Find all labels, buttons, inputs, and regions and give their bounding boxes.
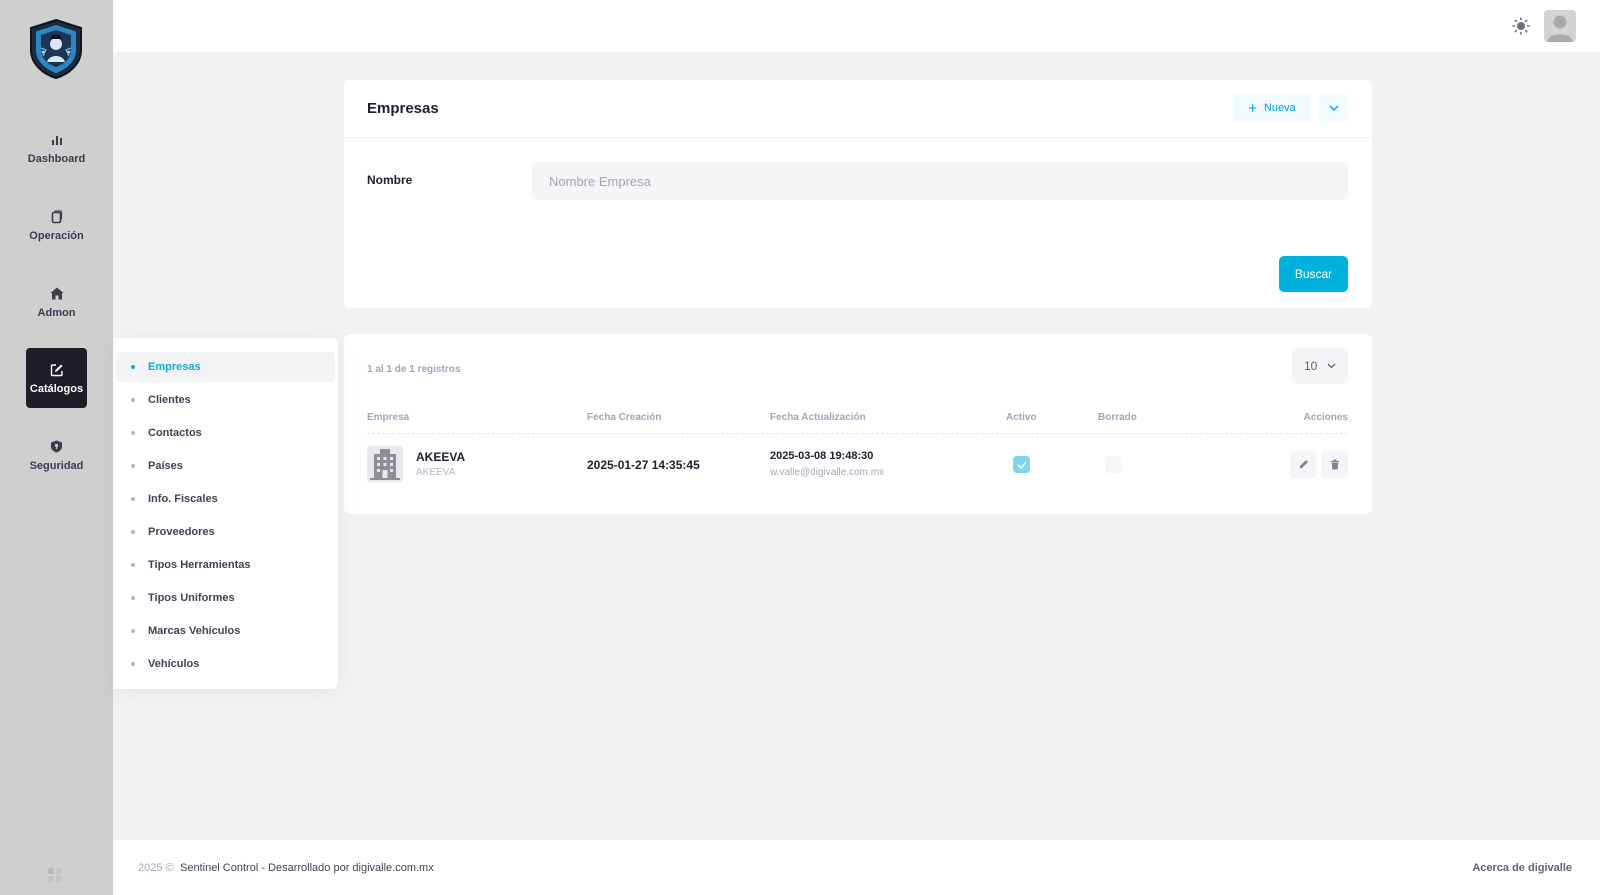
company-name-input[interactable] bbox=[532, 162, 1348, 200]
nav-catalogos[interactable]: Catálogos bbox=[26, 348, 87, 408]
apps-grid-icon[interactable] bbox=[48, 868, 62, 882]
delete-button[interactable] bbox=[1321, 451, 1348, 478]
name-field-label: Nombre bbox=[367, 173, 413, 187]
shield-icon bbox=[49, 439, 65, 455]
nav-seguridad[interactable]: Seguridad bbox=[26, 425, 87, 485]
bullet-icon bbox=[131, 464, 135, 468]
active-checkbox[interactable] bbox=[1013, 456, 1030, 473]
bullet-icon bbox=[131, 563, 135, 567]
submenu-item-contactos[interactable]: Contactos bbox=[116, 418, 335, 448]
submenu-item-tipos-herramientas[interactable]: Tipos Herramientas bbox=[116, 550, 335, 580]
nav-seguridad-label: Seguridad bbox=[29, 459, 84, 472]
updated-date: 2025-03-08 19:48:30 bbox=[770, 450, 874, 462]
bullet-icon bbox=[131, 431, 135, 435]
company-name: AKEEVA bbox=[416, 450, 466, 464]
submenu-item-vehiculos[interactable]: Vehículos bbox=[116, 649, 335, 679]
footer-year: 2025 © bbox=[138, 862, 174, 874]
about-link[interactable]: Acerca de digivalle bbox=[1472, 862, 1572, 874]
nav-operacion-label: Operación bbox=[29, 229, 84, 242]
submenu-item-label: Tipos Uniformes bbox=[148, 592, 235, 604]
bullet-icon bbox=[131, 596, 135, 600]
submenu-item-empresas[interactable]: Empresas bbox=[116, 352, 335, 382]
submenu-item-clientes[interactable]: Clientes bbox=[116, 385, 335, 415]
records-info: 1 al 1 de 1 registros bbox=[367, 364, 461, 375]
submenu-item-label: Empresas bbox=[148, 361, 201, 373]
submenu-item-label: Contactos bbox=[148, 427, 202, 439]
bullet-icon bbox=[131, 629, 135, 633]
col-acciones: Acciones bbox=[1303, 412, 1348, 423]
copy-icon bbox=[49, 209, 65, 225]
search-button[interactable]: Buscar bbox=[1279, 256, 1348, 292]
nav-admon-label: Admon bbox=[37, 306, 76, 319]
chevron-down-icon bbox=[1329, 105, 1338, 111]
check-icon bbox=[1016, 460, 1027, 469]
nav-dashboard[interactable]: Dashboard bbox=[26, 118, 87, 178]
submenu-item-label: Tipos Herramientas bbox=[148, 559, 251, 571]
submenu-item-tipos-uniformes[interactable]: Tipos Uniformes bbox=[116, 583, 335, 613]
nav-dashboard-label: Dashboard bbox=[27, 152, 86, 165]
submenu-item-label: Vehículos bbox=[148, 658, 200, 670]
nav-admon[interactable]: Admon bbox=[26, 272, 87, 332]
sun-icon[interactable] bbox=[1512, 17, 1530, 35]
new-button-label: Nueva bbox=[1263, 102, 1296, 114]
edit-icon bbox=[49, 362, 65, 378]
pencil-icon bbox=[1299, 460, 1308, 469]
table-row[interactable]: AKEEVA AKEEVA 2025-01-27 14:35:45 2025-0… bbox=[367, 436, 1348, 494]
footer-credits: Sentinel Control - Desarrollado por digi… bbox=[180, 862, 434, 874]
edit-button[interactable] bbox=[1290, 451, 1317, 478]
more-options-button[interactable] bbox=[1319, 94, 1348, 122]
nav-operacion[interactable]: Operación bbox=[26, 195, 87, 255]
submenu-item-label: Clientes bbox=[148, 394, 191, 406]
catalogos-submenu: Empresas Clientes Contactos Países Info.… bbox=[113, 338, 338, 689]
results-card: 1 al 1 de 1 registros 10 Empresa Fecha C… bbox=[344, 334, 1372, 514]
plus-icon: + bbox=[1248, 99, 1257, 117]
trash-icon bbox=[1330, 459, 1339, 470]
user-avatar[interactable] bbox=[1544, 10, 1576, 42]
company-short-name: AKEEVA bbox=[416, 467, 456, 478]
chevron-down-icon bbox=[1327, 363, 1336, 369]
footer: 2025 © Sentinel Control - Desarrollado p… bbox=[113, 840, 1600, 895]
created-date: 2025-01-27 14:35:45 bbox=[587, 458, 700, 472]
new-button[interactable]: + Nueva bbox=[1233, 94, 1311, 122]
submenu-item-proveedores[interactable]: Proveedores bbox=[116, 517, 335, 547]
building-icon bbox=[367, 446, 403, 482]
submenu-item-label: Marcas Vehículos bbox=[148, 625, 241, 637]
col-fecha-creacion[interactable]: Fecha Creación bbox=[587, 412, 661, 423]
deleted-checkbox[interactable] bbox=[1105, 456, 1122, 473]
col-fecha-actualizacion[interactable]: Fecha Actualización bbox=[770, 412, 866, 423]
bullet-icon bbox=[131, 365, 135, 369]
sidebar: Dashboard Operación Admon Catálogos Segu… bbox=[0, 0, 113, 895]
submenu-item-label: Países bbox=[148, 460, 183, 472]
bullet-icon bbox=[131, 497, 135, 501]
search-card: Empresas + Nueva Nombre Buscar bbox=[344, 80, 1372, 308]
bullet-icon bbox=[131, 530, 135, 534]
page-title: Empresas bbox=[367, 100, 439, 117]
submenu-item-label: Proveedores bbox=[148, 526, 215, 538]
col-empresa[interactable]: Empresa bbox=[367, 412, 409, 423]
submenu-item-label: Info. Fiscales bbox=[148, 493, 218, 505]
nav-catalogos-label: Catálogos bbox=[29, 382, 84, 395]
user-silhouette-icon bbox=[1544, 10, 1576, 42]
shield-logo-icon[interactable] bbox=[27, 18, 85, 80]
page-size-select[interactable]: 10 bbox=[1292, 348, 1348, 384]
submenu-item-marcas-vehiculos[interactable]: Marcas Vehículos bbox=[116, 616, 335, 646]
col-activo[interactable]: Activo bbox=[1006, 412, 1037, 423]
page-size-value: 10 bbox=[1304, 359, 1318, 373]
home-icon bbox=[49, 286, 65, 302]
submenu-item-info-fiscales[interactable]: Info. Fiscales bbox=[116, 484, 335, 514]
bar-chart-icon bbox=[49, 132, 65, 148]
bullet-icon bbox=[131, 662, 135, 666]
topbar bbox=[113, 0, 1600, 52]
search-card-header: Empresas + Nueva bbox=[344, 80, 1372, 138]
table-header: Empresa Fecha Creación Fecha Actualizaci… bbox=[367, 412, 1348, 434]
col-borrado[interactable]: Borrado bbox=[1098, 412, 1137, 423]
bullet-icon bbox=[131, 398, 135, 402]
submenu-item-paises[interactable]: Países bbox=[116, 451, 335, 481]
updated-by: w.valle@digivalle.com.mx bbox=[770, 467, 885, 478]
